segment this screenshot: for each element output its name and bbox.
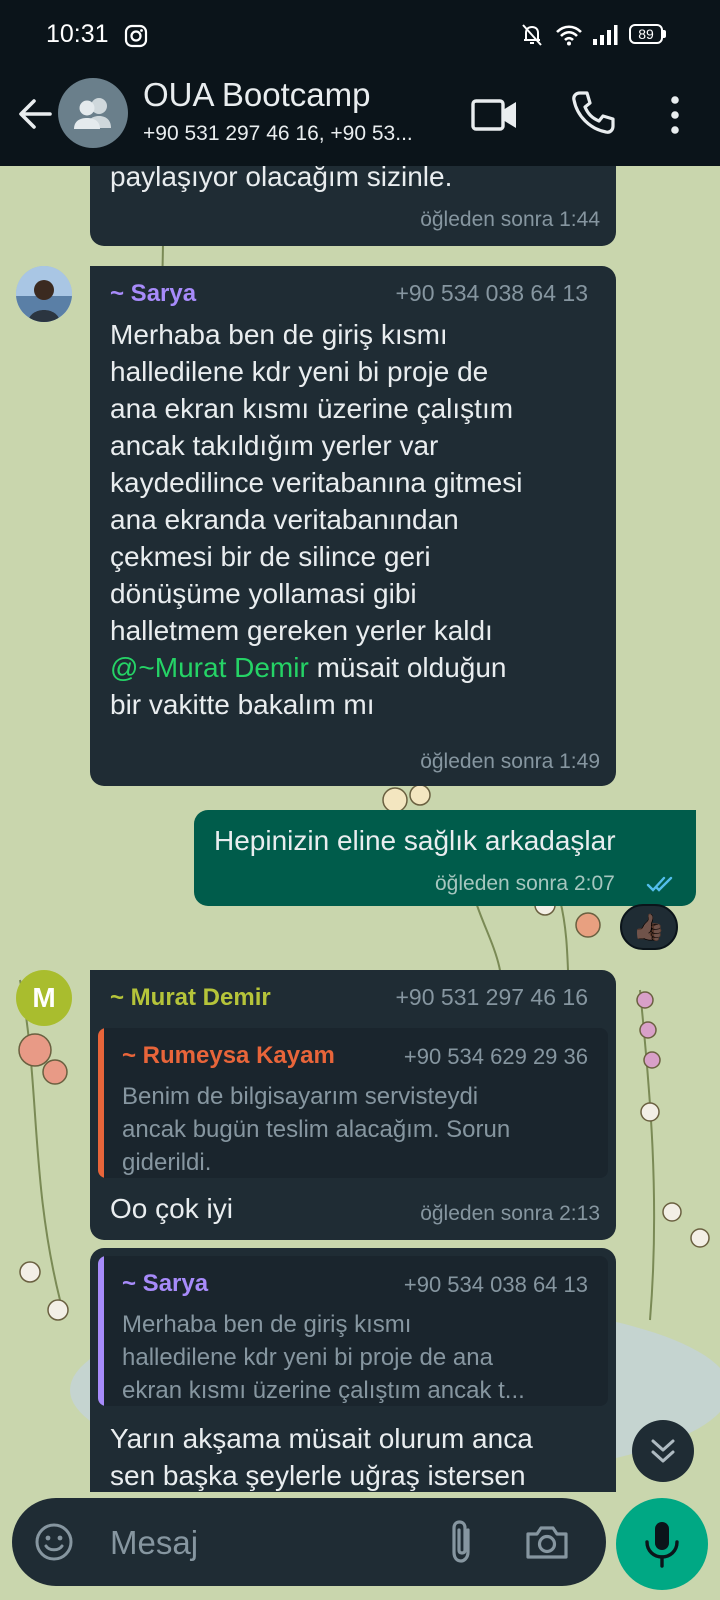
back-arrow-icon[interactable] xyxy=(10,88,62,140)
attach-icon[interactable] xyxy=(444,1518,480,1566)
message-line: çekmesi bir de silince geri xyxy=(110,541,431,572)
quote-accent-bar xyxy=(98,1256,104,1406)
double-check-read-icon xyxy=(646,876,673,892)
message-line: ana ekranda veritabanından xyxy=(110,504,459,535)
video-call-icon[interactable] xyxy=(470,92,520,138)
message-line: Merhaba ben de giriş kısmı xyxy=(110,319,448,350)
quote-line: Merhaba ben de giriş kısmı xyxy=(122,1311,412,1338)
mention-link[interactable]: @~Murat Demir xyxy=(110,652,309,683)
signal-icon xyxy=(593,25,618,45)
sender-name[interactable]: ~ Sarya xyxy=(110,280,196,308)
message-line: halletmem gereken yerler kaldı xyxy=(110,615,493,646)
group-icon xyxy=(74,98,111,129)
reaction-badge[interactable]: 👍🏿 xyxy=(620,904,678,950)
message-fragment: müsait olduğun xyxy=(308,652,507,683)
message-time: öğleden sonra 2:07 xyxy=(435,872,615,895)
wifi-icon xyxy=(556,25,582,46)
message-line: Yarın akşama müsait olurum anca xyxy=(110,1423,533,1454)
emoji-icon[interactable] xyxy=(32,1520,76,1564)
message-line: @~Murat Demir müsait olduğun xyxy=(110,649,606,686)
profile-photo xyxy=(16,266,72,322)
quote-text: Benim de bilgisayarım servisteydi ancak … xyxy=(122,1080,510,1178)
avatar-letter: M xyxy=(32,982,56,1013)
quoted-message[interactable]: ~ Rumeysa Kayam +90 534 629 29 36 Benim … xyxy=(98,1028,608,1178)
message-line: dönüşüme yollamasi gibi xyxy=(110,578,417,609)
status-bar: 10:31 89 xyxy=(0,0,720,70)
message-text: Merhaba ben de giriş kısmı halledilene k… xyxy=(110,316,606,723)
camera-icon[interactable] xyxy=(524,1520,570,1564)
instagram-icon xyxy=(124,24,148,48)
sender-name[interactable]: ~ Murat Demir xyxy=(110,984,271,1012)
thumbs-up-emoji: 👍🏿 xyxy=(632,912,666,942)
group-avatar[interactable] xyxy=(58,78,128,148)
more-vert-icon[interactable] xyxy=(662,90,688,140)
battery-tip xyxy=(663,30,666,38)
message-time: öğleden sonra 2:13 xyxy=(420,1202,600,1225)
mic-icon xyxy=(645,1522,679,1568)
message-time: öğleden sonra 1:49 xyxy=(420,750,600,773)
message-line: halledilene kdr yeni bi proje de xyxy=(110,356,489,387)
message-text: Hepinizin eline sağlık arkadaşlar xyxy=(214,825,616,856)
quote-line: Benim de bilgisayarım servisteydi xyxy=(122,1083,479,1110)
quote-line: halledilene kdr yeni bi proje de ana xyxy=(122,1344,493,1371)
message-line: kaydedilince veritabanına gitmesi xyxy=(110,467,523,498)
status-time: 10:31 xyxy=(46,20,109,48)
quoted-message[interactable]: ~ Sarya +90 534 038 64 13 Merhaba ben de… xyxy=(98,1256,608,1406)
quote-line: giderildi. xyxy=(122,1149,212,1176)
quote-sender-name: ~ Sarya xyxy=(122,1270,209,1297)
phone-icon[interactable] xyxy=(568,88,618,138)
outgoing-message-bubble[interactable]: Hepinizin eline sağlık arkadaşlar öğlede… xyxy=(194,810,696,906)
battery-icon: 89 xyxy=(629,24,663,44)
message-compose-bar xyxy=(12,1498,606,1586)
chat-header-overlay: OUA Bootcamp +90 531 297 46 16, +90 53..… xyxy=(0,70,720,166)
battery-level: 89 xyxy=(638,26,654,42)
message-text: Oo çok iyi xyxy=(110,1193,233,1224)
quote-line: ancak bugün teslim alacağım. Sorun xyxy=(122,1116,511,1143)
voice-message-button[interactable] xyxy=(616,1498,708,1590)
scroll-to-bottom-button[interactable] xyxy=(632,1420,694,1482)
quote-accent-bar xyxy=(98,1028,104,1178)
message-bubble[interactable]: ~ Murat Demir +90 531 297 46 16 ~ Rumeys… xyxy=(90,970,616,1240)
bell-off-icon xyxy=(522,24,542,46)
quote-sender-name: ~ Rumeysa Kayam xyxy=(122,1042,335,1069)
message-line: sen başka şeylerle uğraş istersen xyxy=(110,1460,526,1491)
sender-avatar-sarya[interactable] xyxy=(16,266,72,322)
message-time: öğleden sonra 1:44 xyxy=(420,208,600,231)
sender-avatar-murat[interactable]: M xyxy=(16,970,72,1026)
double-chevron-down-icon xyxy=(651,1439,675,1463)
quote-text: Merhaba ben de giriş kısmı halledilene k… xyxy=(122,1308,525,1406)
quote-line: ekran kısmı üzerine çalıştım ancak t... xyxy=(122,1377,525,1404)
quote-sender-phone: +90 534 629 29 36 xyxy=(403,1044,588,1069)
message-line: ana ekran kısmı üzerine çalıştım xyxy=(110,393,514,424)
quote-sender-phone: +90 534 038 64 13 xyxy=(403,1272,588,1297)
group-members[interactable]: +90 531 297 46 16, +90 53... xyxy=(143,122,413,146)
message-line: ancak takıldığım yerler var xyxy=(110,430,439,461)
message-text: Yarın akşama müsait olurum anca sen başk… xyxy=(110,1420,610,1492)
message-bubble[interactable]: ~ Sarya +90 534 038 64 13 Merhaba ben de… xyxy=(90,1248,616,1492)
message-bubble[interactable]: ~ Sarya +90 534 038 64 13 Merhaba ben de… xyxy=(90,266,616,786)
group-title[interactable]: OUA Bootcamp xyxy=(143,76,370,114)
sender-phone: +90 534 038 64 13 xyxy=(395,280,589,306)
message-line: bir vakitte bakalım mı xyxy=(110,689,375,720)
message-input[interactable] xyxy=(108,1518,432,1568)
sender-phone: +90 531 297 46 16 xyxy=(395,984,589,1010)
